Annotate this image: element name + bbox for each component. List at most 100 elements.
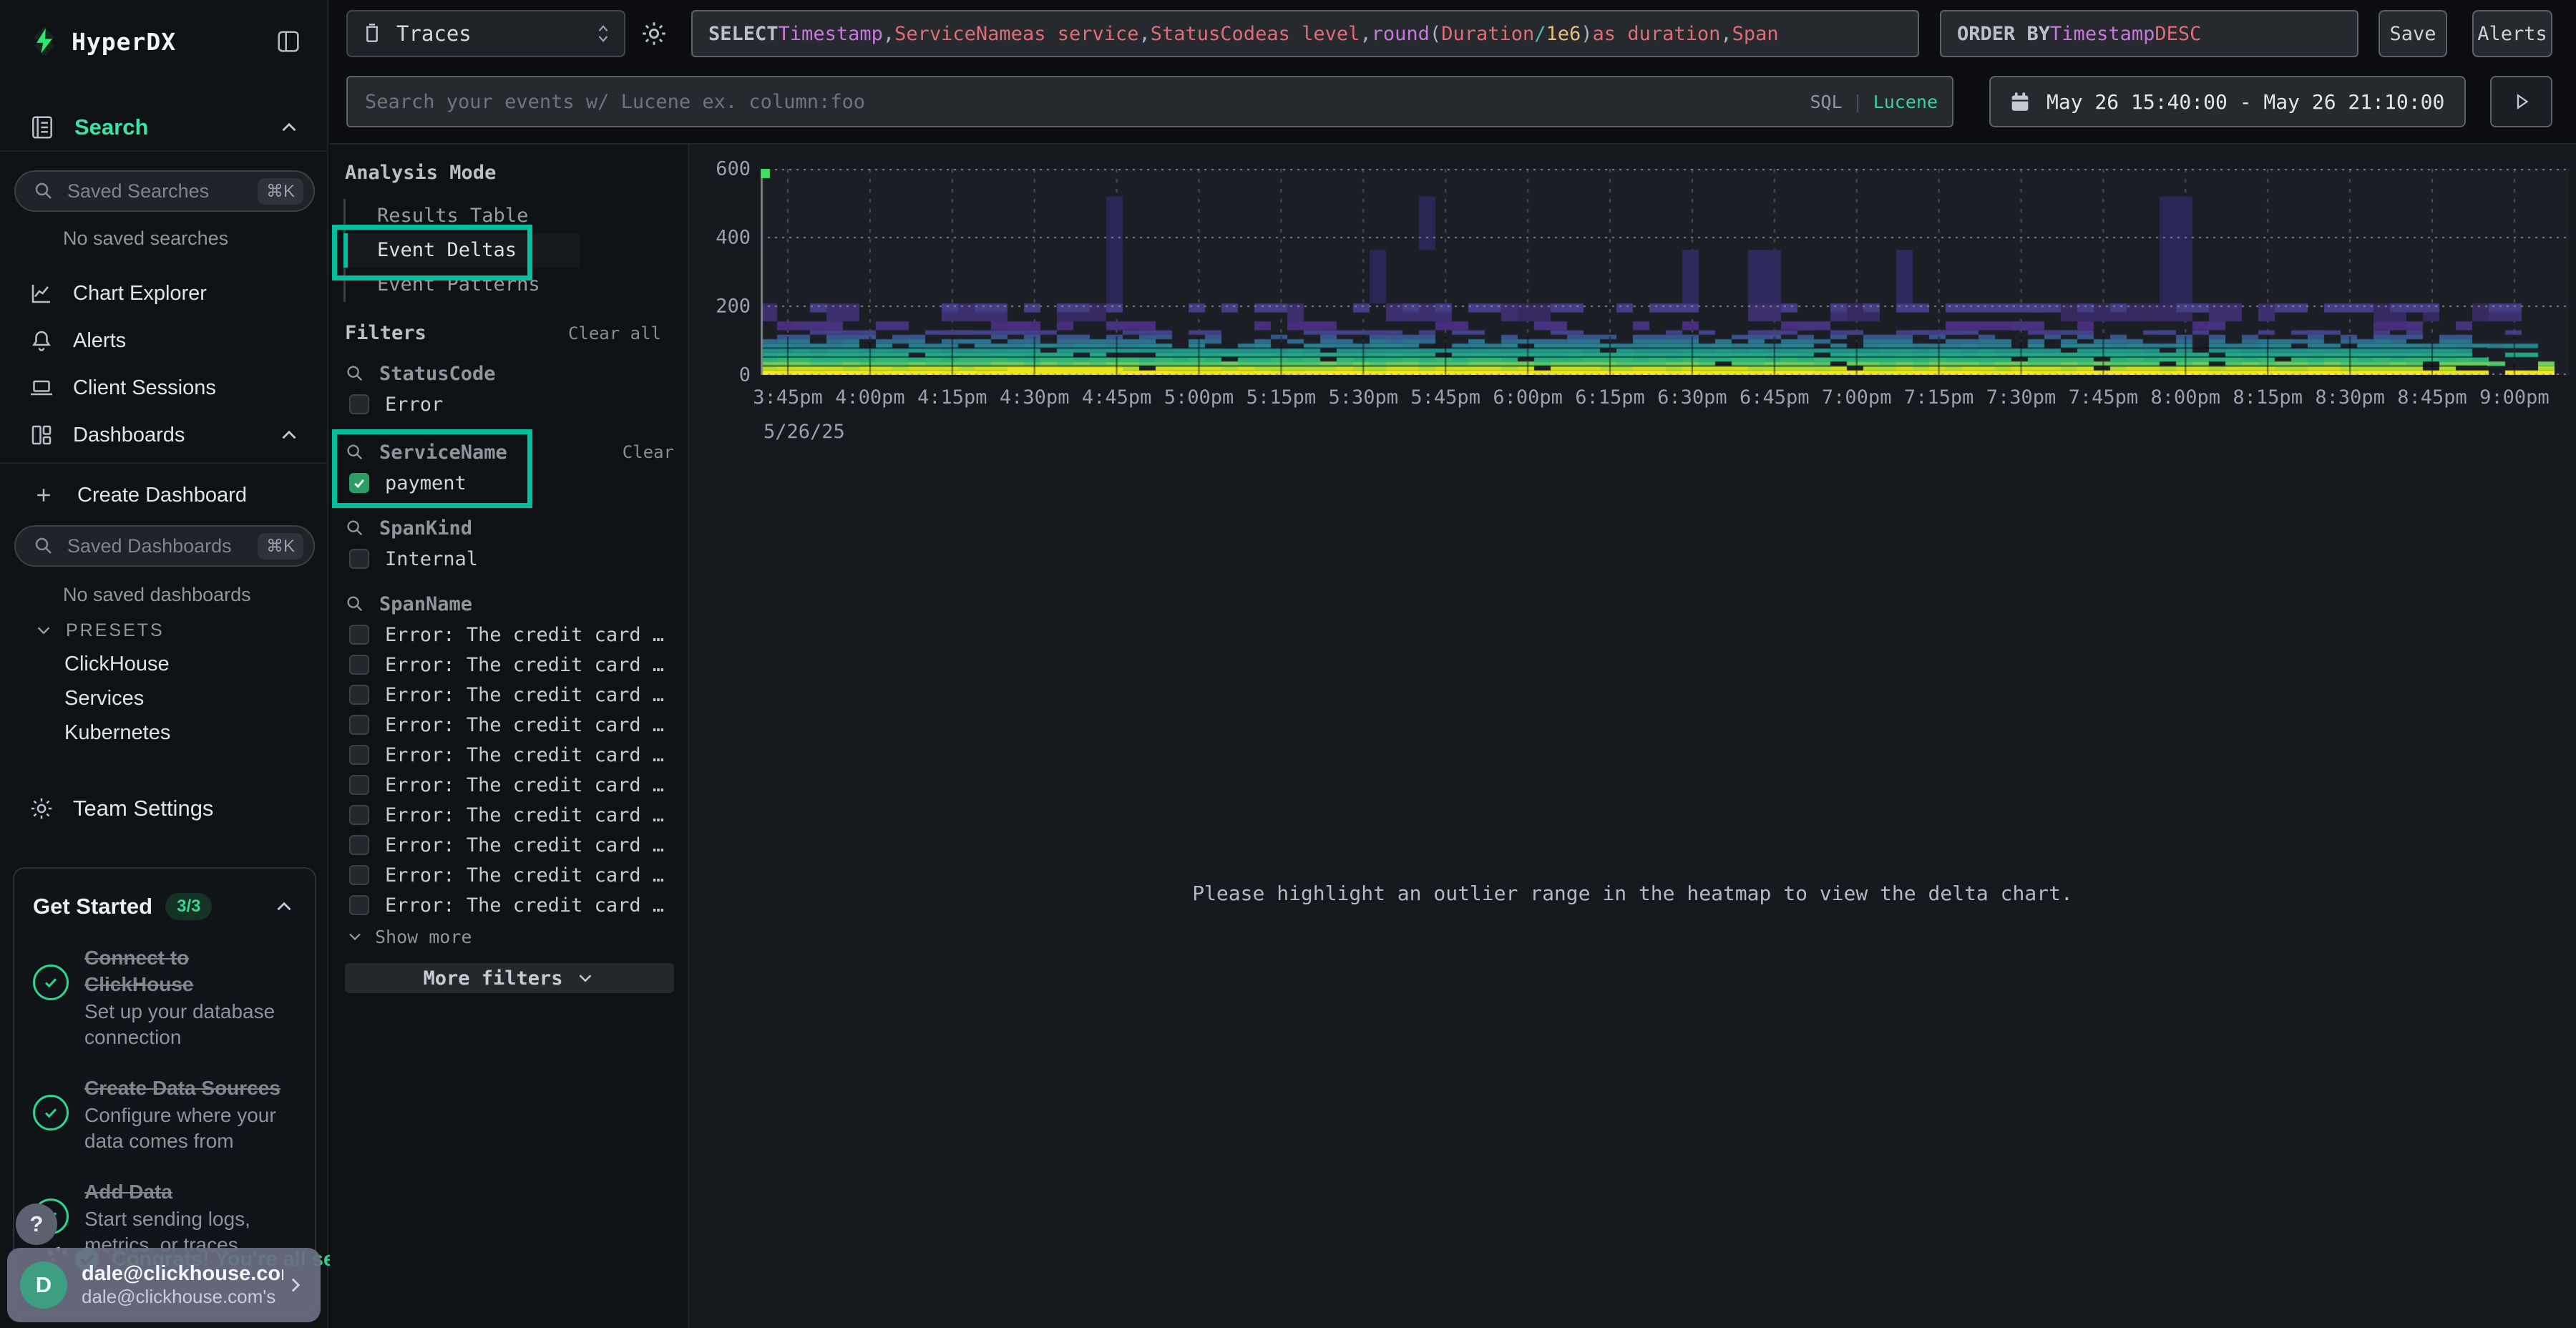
search-bar[interactable]: SQL | Lucene [346,76,1953,127]
alerts-button[interactable]: Alerts [2472,10,2552,57]
sidebar-item-client-sessions[interactable]: Client Sessions [0,368,327,408]
presets-toggle[interactable]: PRESETS [33,620,165,641]
mode-sql[interactable]: SQL [1810,92,1842,112]
get-started-item[interactable]: Create Data SourcesConfigure where your … [33,1075,296,1154]
run-query-button[interactable] [2490,76,2552,127]
checkbox-unchecked[interactable] [349,835,369,855]
facet-value-label: Error: The credit card … [385,624,664,646]
facet-value-error[interactable]: Error [345,389,674,419]
checkbox-unchecked[interactable] [349,715,369,735]
create-dashboard-button[interactable]: Create Dashboard [0,475,327,515]
checkbox-unchecked[interactable] [349,865,369,885]
x-axis-tick-label: 9:00pm [2479,386,2550,409]
sidebar-item-dashboards[interactable]: Dashboards [0,415,327,455]
facet-statuscode: StatusCode Error [345,358,674,419]
more-filters-button[interactable]: More filters [345,963,674,993]
gear-icon [29,795,54,822]
saved-dashboards-input[interactable]: Saved Dashboards ⌘K [14,525,315,567]
chevron-up-icon[interactable] [272,894,296,919]
source-select-value: Traces [396,21,472,46]
sidebar-item-label: Client Sessions [73,376,216,400]
saved-searches-input[interactable]: Saved Searches ⌘K [14,170,315,212]
source-settings-gear-icon[interactable] [639,19,669,49]
sql-token: as duration [1593,23,1721,45]
facet-value-spanname[interactable]: Error: The credit card … [345,710,674,740]
search-icon[interactable] [345,363,365,384]
time-range-picker[interactable]: May 26 15:40:00 - May 26 21:10:00 [1989,76,2466,127]
logo[interactable]: HyperDX [29,20,303,63]
shortcut-badge: ⌘K [258,178,303,205]
facet-value-spanname[interactable]: Error: The credit card … [345,860,674,890]
facet-value-label: Error: The credit card … [385,684,664,706]
sidebar-item-search[interactable]: Search [0,104,327,152]
collapse-sidebar-icon[interactable] [274,27,303,56]
preset-kubernetes[interactable]: Kubernetes [64,721,170,745]
x-axis-tick-label: 5:45pm [1410,386,1480,409]
preset-services[interactable]: Services [64,687,144,711]
checkbox-checked[interactable] [349,473,369,493]
facet-value-spanname[interactable]: Error: The credit card … [345,740,674,770]
analysis-mode-event-patterns[interactable]: Event Patterns [346,268,580,302]
app-title: HyperDX [72,28,176,56]
facet-value-internal[interactable]: Internal [345,544,674,574]
checkbox-unchecked[interactable] [349,549,369,569]
x-axis-tick-label: 4:00pm [835,386,905,409]
save-button[interactable]: Save [2379,10,2447,57]
sidebar-item-alerts[interactable]: Alerts [0,321,327,361]
sidebar-item-team-settings[interactable]: Team Settings [0,788,327,829]
x-axis-tick-label: 4:45pm [1082,386,1152,409]
get-started-item[interactable]: Connect to ClickHouseSet up your databas… [33,944,296,1050]
checkbox-unchecked[interactable] [349,745,369,765]
facet-value-spanname[interactable]: Error: The credit card … [345,770,674,800]
bell-icon [29,328,54,353]
checkbox-unchecked[interactable] [349,625,369,645]
facet-value-spanname[interactable]: Error: The credit card … [345,620,674,650]
no-saved-dashboards-text: No saved dashboards [63,584,251,606]
preset-clickhouse[interactable]: ClickHouse [64,653,170,676]
facet-value-spanname[interactable]: Error: The credit card … [345,650,674,680]
checkbox-unchecked[interactable] [349,394,369,414]
checkbox-unchecked[interactable] [349,655,369,675]
user-menu[interactable]: D dale@clickhouse.com dale@clickhouse.co… [7,1248,321,1322]
checkbox-unchecked[interactable] [349,685,369,705]
sidebar-item-label: Team Settings [73,796,213,821]
sidebar-item-label: Dashboards [73,424,185,447]
clear-all-filters-link[interactable]: Clear all [568,323,661,343]
help-button[interactable]: ? [16,1204,57,1245]
checkbox-unchecked[interactable] [349,805,369,825]
duration-heatmap[interactable] [761,169,2570,375]
facet-value-payment[interactable]: payment [345,468,674,498]
order-by-editor[interactable]: ORDER BY Timestamp DESC [1940,10,2358,57]
calendar-icon [2008,89,2032,114]
topbar: Traces SELECT Timestamp, ServiceName as … [330,0,2576,145]
x-axis-tick-label: 5:15pm [1246,386,1317,409]
facet-value-label: Error: The credit card … [385,894,664,917]
analysis-mode-results-table[interactable]: Results Table [346,199,580,233]
logo-bolt-icon [29,26,60,57]
checkbox-unchecked[interactable] [349,775,369,795]
search-icon[interactable] [345,594,365,614]
facet-value-spanname[interactable]: Error: The credit card … [345,890,674,920]
facet-value-spanname[interactable]: Error: The credit card … [345,830,674,860]
search-icon[interactable] [345,518,365,538]
chevron-up-icon[interactable] [277,115,301,140]
source-select[interactable]: Traces [346,10,625,57]
sidebar-item-chart-explorer[interactable]: Chart Explorer [0,273,327,313]
sql-token: DESC [2155,23,2201,45]
user-email: dale@clickhouse.com [82,1262,283,1286]
analysis-mode-event-deltas[interactable]: Event Deltas [346,233,580,268]
mode-lucene[interactable]: Lucene [1873,92,1938,112]
facet-value-spanname[interactable]: Error: The credit card … [345,800,674,830]
shortcut-badge: ⌘K [258,533,303,560]
x-axis-tick-label: 4:15pm [917,386,987,409]
chevron-up-icon[interactable] [277,423,301,447]
facet-value-spanname[interactable]: Error: The credit card … [345,680,674,710]
show-more-link[interactable]: Show more [345,920,674,953]
search-input[interactable] [365,91,1810,113]
sql-token: / [1534,23,1546,45]
checkbox-unchecked[interactable] [349,895,369,915]
sql-select-editor[interactable]: SELECT Timestamp, ServiceName as service… [691,10,1919,57]
clear-facet-link[interactable]: Clear [623,442,674,462]
search-icon[interactable] [345,442,365,462]
y-axis-tick-label: 400 [689,227,751,249]
